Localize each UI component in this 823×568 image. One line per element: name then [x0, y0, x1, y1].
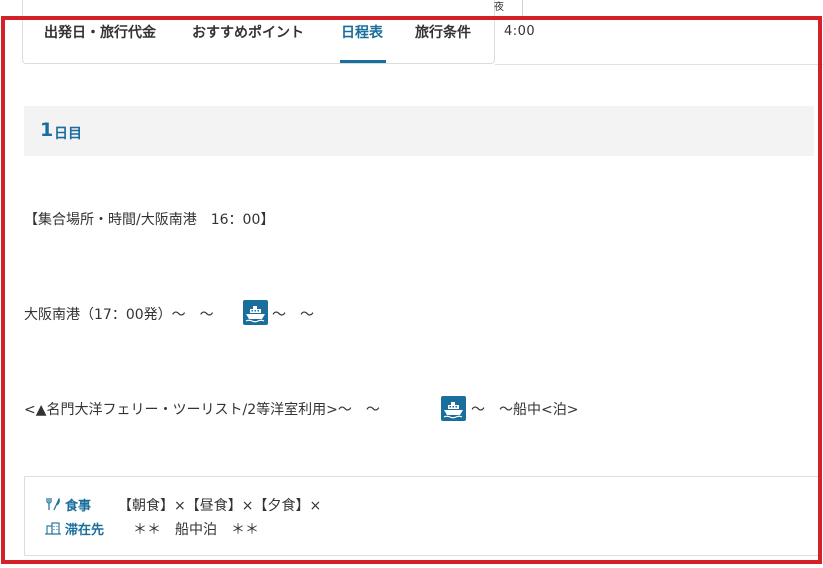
fork-knife-icon	[45, 496, 61, 515]
tab-recommend-points[interactable]: おすすめポイント	[192, 22, 304, 42]
building-icon	[45, 520, 61, 539]
tab-bar: 出発日・旅行代金 おすすめポイント 日程表 旅行条件	[22, 0, 495, 64]
cut-off-text: 夜	[494, 2, 504, 13]
divider	[495, 64, 823, 65]
day-suffix: 日目	[54, 126, 82, 142]
route-line-1-tail: ～ ～	[272, 307, 314, 323]
route-line-2-tail: ～ ～船中<泊>	[471, 402, 579, 418]
meal-label: 食事	[65, 499, 92, 514]
stay-label: 滞在先	[65, 523, 105, 538]
route-line-2: <▲名門大洋フェリー・ツーリスト/2等洋室利用>～ ～	[24, 402, 380, 418]
assembly-info: 【集合場所・時間/大阪南港 16：00】	[24, 212, 275, 228]
tab-departure-price[interactable]: 出発日・旅行代金	[44, 22, 156, 42]
ferry-icon	[441, 396, 466, 421]
meal-value: 【朝食】×【昼食】×【夕食】×	[118, 498, 322, 514]
top-header: 出発日・旅行代金 おすすめポイント 日程表 旅行条件 夜 4:00	[0, 0, 823, 66]
tab-itinerary[interactable]: 日程表	[341, 22, 383, 42]
meal-stay-box: 食事 【朝食】×【昼食】×【夕食】× 滞在先 ＊＊ 船中泊 ＊＊	[24, 476, 819, 556]
active-tab-indicator	[340, 60, 386, 63]
route-line-1: 大阪南港（17：00発）～ ～	[24, 307, 214, 323]
day-header: 1 日目	[24, 106, 814, 156]
stay-value: ＊＊ 船中泊 ＊＊	[133, 522, 259, 538]
day-number: 1	[40, 119, 54, 141]
time-text: 4:00	[504, 24, 536, 39]
divider	[522, 0, 523, 18]
ferry-icon	[243, 300, 268, 325]
tab-travel-conditions[interactable]: 旅行条件	[415, 22, 471, 42]
